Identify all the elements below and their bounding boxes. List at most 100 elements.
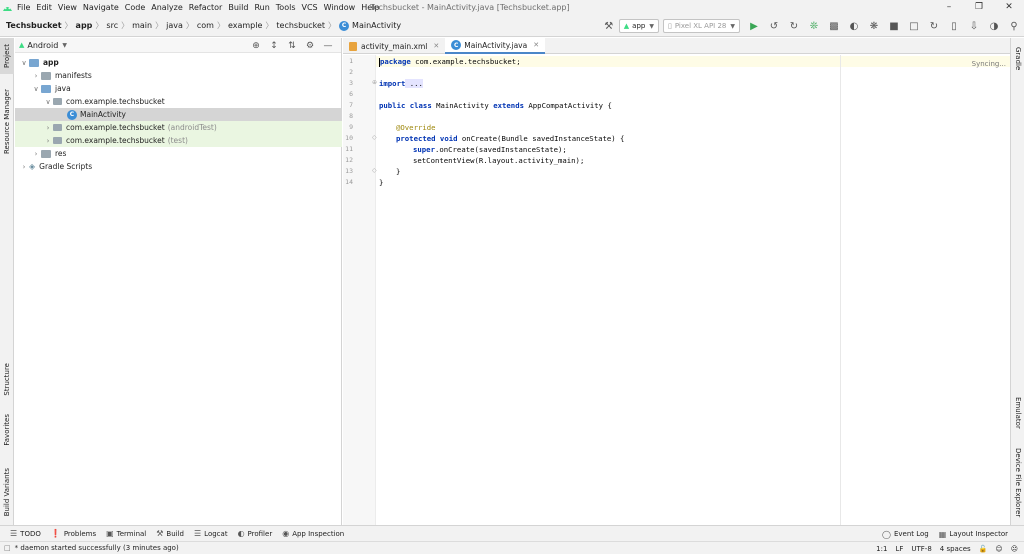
tree-item-gradle-scripts[interactable]: › ◈ Gradle Scripts xyxy=(15,160,342,173)
tab-activity-main-xml[interactable]: activity_main.xml ✕ xyxy=(343,38,445,54)
attach-debugger-icon[interactable]: ❋ xyxy=(864,15,884,37)
menu-window[interactable]: Window xyxy=(321,0,359,15)
project-structure-icon[interactable]: □ xyxy=(904,15,924,37)
device-dropdown[interactable]: ▯ Pixel XL API 28 ▼ xyxy=(662,19,740,33)
coverage-icon[interactable]: ▩ xyxy=(824,15,844,37)
stop-icon[interactable]: ■ xyxy=(884,15,904,37)
minimize-icon[interactable]: – xyxy=(934,0,964,15)
breadcrumb-techsbucket[interactable]: techsbucket xyxy=(276,21,325,30)
menu-build[interactable]: Build xyxy=(225,0,251,15)
tree-item-java[interactable]: ∨ java xyxy=(15,82,342,95)
line-number: 14 xyxy=(345,178,353,186)
line-separator[interactable]: LF xyxy=(895,545,903,553)
tool-logcat[interactable]: ☰ Logcat xyxy=(194,529,228,538)
tool-label: App Inspection xyxy=(292,529,345,538)
collapse-all-icon[interactable]: ⇅ xyxy=(283,41,301,51)
menu-vcs[interactable]: VCS xyxy=(299,0,321,15)
breadcrumb-mainactivity[interactable]: MainActivity xyxy=(352,21,401,30)
device-manager-icon[interactable]: ▯ xyxy=(944,15,964,37)
tool-tab-project[interactable]: Project xyxy=(0,38,14,74)
menu-run[interactable]: Run xyxy=(251,0,272,15)
breadcrumb-app[interactable]: app xyxy=(76,21,93,30)
line-number: 3 xyxy=(349,79,353,87)
code-editor: activity_main.xml ✕ C MainActivity.java … xyxy=(343,38,1010,525)
menu-tools[interactable]: Tools xyxy=(273,0,299,15)
sync-gradle-icon[interactable]: ↻ xyxy=(924,15,944,37)
profile-icon[interactable]: ◐ xyxy=(844,15,864,37)
tool-layout-inspector[interactable]: ▦ Layout Inspector xyxy=(939,530,1008,539)
gear-icon[interactable]: ⚙ xyxy=(301,41,319,51)
close-icon[interactable]: ✕ xyxy=(533,41,539,49)
tree-item-manifests[interactable]: › manifests xyxy=(15,69,342,82)
run-config-dropdown[interactable]: ▲ app ▼ xyxy=(618,19,659,33)
code-area[interactable]: package com.example.techsbucket; import … xyxy=(376,55,1010,525)
tool-terminal[interactable]: ▣ Terminal xyxy=(106,529,146,538)
search-icon[interactable]: ⚲ xyxy=(1004,15,1024,37)
tree-item-res[interactable]: › res xyxy=(15,147,342,160)
chevron-down-icon: ∨ xyxy=(45,97,51,106)
run-icon[interactable]: ▶ xyxy=(744,15,764,37)
smiley-icon[interactable]: ☺ xyxy=(995,545,1002,553)
tool-profiler[interactable]: ◐ Profiler xyxy=(238,529,273,538)
debug-icon[interactable]: ❊ xyxy=(804,15,824,37)
menu-analyze[interactable]: Analyze xyxy=(148,0,186,15)
tree-item-package-android-test[interactable]: › com.example.techsbucket (androidTest) xyxy=(15,121,342,134)
menu-edit[interactable]: Edit xyxy=(33,0,55,15)
tree-item-app[interactable]: ∨ app xyxy=(15,56,342,69)
caret-position[interactable]: 1:1 xyxy=(876,545,887,553)
file-encoding[interactable]: UTF-8 xyxy=(911,545,931,553)
breadcrumb-src[interactable]: src xyxy=(106,21,118,30)
apply-changes-icon[interactable]: ↺ xyxy=(764,15,784,37)
tool-tab-label: Emulator xyxy=(1014,397,1022,429)
tree-item-package-test[interactable]: › com.example.techsbucket (test) xyxy=(15,134,342,147)
close-icon[interactable]: ✕ xyxy=(994,0,1024,15)
restore-icon[interactable]: ❐ xyxy=(964,0,994,15)
project-view-dropdown[interactable]: ▲ Android ▼ xyxy=(19,41,67,50)
code-text: setContentView(R.layout.activity_main); xyxy=(413,156,585,165)
xml-file-icon xyxy=(349,41,357,51)
tool-tab-build-variants[interactable]: Build Variants xyxy=(0,462,14,522)
code-folded-imports[interactable]: ... xyxy=(405,79,423,88)
hide-panels-icon[interactable]: □ xyxy=(4,544,11,552)
menu-refactor[interactable]: Refactor xyxy=(186,0,226,15)
tool-tab-structure[interactable]: Structure xyxy=(0,356,14,402)
tool-tab-favorites[interactable]: Favorites xyxy=(0,408,14,452)
tree-item-mainactivity[interactable]: C MainActivity xyxy=(15,108,342,121)
tool-tab-resource-manager[interactable]: Resource Manager xyxy=(0,86,14,158)
breadcrumb-java[interactable]: java xyxy=(166,21,183,30)
breadcrumb-project[interactable]: Techsbucket xyxy=(6,21,62,30)
menu-file[interactable]: File xyxy=(14,0,33,15)
chevron-down-icon: ∨ xyxy=(21,58,27,67)
locate-icon[interactable]: ⊕ xyxy=(247,41,265,51)
menu-navigate[interactable]: Navigate xyxy=(80,0,122,15)
expand-all-icon[interactable]: ↕ xyxy=(265,41,283,51)
line-number: 13 xyxy=(345,167,353,175)
tool-todo[interactable]: ☰ TODO xyxy=(10,529,41,538)
menu-code[interactable]: Code xyxy=(122,0,148,15)
indent-setting[interactable]: 4 spaces xyxy=(940,545,971,553)
tool-app-inspection[interactable]: ◉ App Inspection xyxy=(282,529,344,538)
tab-mainactivity-java[interactable]: C MainActivity.java ✕ xyxy=(445,38,546,54)
hide-panel-icon[interactable]: — xyxy=(319,41,337,51)
sdk-manager-icon[interactable]: ⇩ xyxy=(964,15,984,37)
tool-tab-device-file-explorer[interactable]: Device File Explorer xyxy=(1011,444,1024,522)
terminal-icon: ▣ xyxy=(106,529,114,538)
hammer-icon[interactable]: ⚒ xyxy=(599,15,619,37)
status-message[interactable]: * daemon started successfully (3 minutes… xyxy=(15,544,179,552)
tree-item-package-main[interactable]: ∨ com.example.techsbucket xyxy=(15,95,342,108)
apply-code-changes-icon[interactable]: ↻ xyxy=(784,15,804,37)
lock-icon[interactable]: 🔓 xyxy=(979,545,988,553)
breadcrumb-example[interactable]: example xyxy=(228,21,262,30)
sad-face-icon[interactable]: ☹ xyxy=(1011,545,1018,553)
tool-build[interactable]: ⚒ Build xyxy=(156,529,184,538)
tool-tab-label: Build Variants xyxy=(3,467,11,517)
tool-tab-gradle[interactable]: Gradle xyxy=(1011,42,1024,76)
tool-problems[interactable]: ❗ Problems xyxy=(51,529,96,538)
assistant-icon[interactable]: ◑ xyxy=(984,15,1004,37)
breadcrumb-com[interactable]: com xyxy=(197,21,214,30)
tool-tab-emulator[interactable]: Emulator xyxy=(1011,390,1024,436)
menu-view[interactable]: View xyxy=(55,0,80,15)
tool-event-log[interactable]: ◯ Event Log xyxy=(882,530,929,539)
close-icon[interactable]: ✕ xyxy=(433,42,439,50)
breadcrumb-main[interactable]: main xyxy=(132,21,152,30)
